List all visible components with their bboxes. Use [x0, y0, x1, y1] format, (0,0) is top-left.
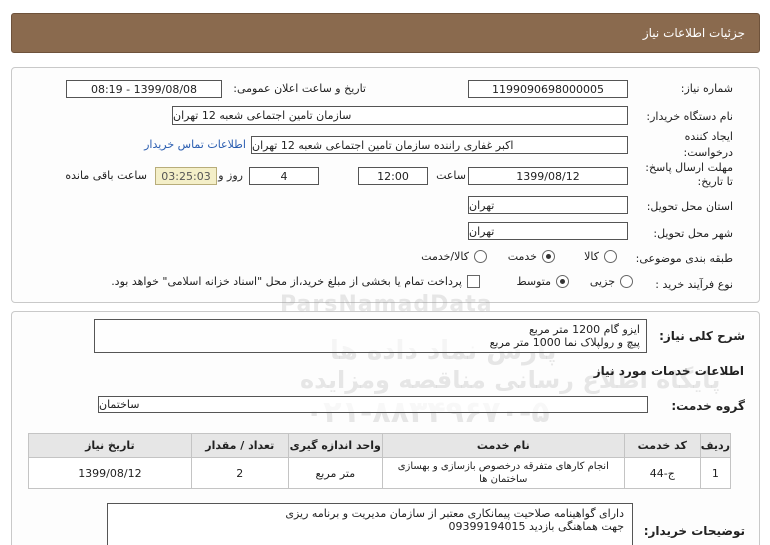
province-label: استان محل تحویل: [646, 200, 733, 213]
creator-field: اکبر غفاری راننده سازمان تامین اجتماعی ش… [251, 136, 628, 154]
payment-option[interactable]: پرداخت تمام یا بخشی از مبلغ خرید،از محل … [111, 275, 480, 288]
cell-quantity: 2 [190, 457, 289, 489]
need-number-field: 1199090698000005 [468, 80, 628, 98]
deadline-time-label: ساعت [436, 169, 466, 182]
deadline-label-1: مهلت ارسال پاسخ: [645, 161, 733, 174]
col-unit: واحد اندازه گیری [287, 433, 383, 458]
services-section-title: اطلاعات خدمات مورد نیاز [593, 364, 744, 378]
days-label: روز و [218, 169, 243, 182]
table-header-row: ردیف کد خدمت نام خدمت واحد اندازه گیری ت… [28, 433, 732, 458]
category-label: طبقه بندی موضوعی: [635, 252, 733, 265]
deadline-label-2: تا تاریخ: [697, 175, 733, 188]
category-service-label: خدمت [507, 250, 537, 263]
cell-name: انجام کارهای متفرقه درخصوص بازسازی و بهس… [381, 457, 625, 489]
buyer-contact-link[interactable]: اطلاعات تماس خریدار [144, 138, 246, 151]
process-label: نوع فرآیند خرید : [655, 278, 733, 291]
remaining-time-display: 03:25:03 [155, 167, 217, 185]
page-title: جزئیات اطلاعات نیاز [642, 26, 745, 40]
city-field: تهران [468, 222, 628, 240]
cell-date: 1399/08/12 [28, 457, 192, 489]
process-medium-label: متوسط [516, 275, 551, 288]
radio-goods-service[interactable] [474, 250, 487, 263]
category-goods-service-label: کالا/خدمت [421, 250, 469, 263]
category-option-service[interactable]: خدمت [508, 250, 555, 263]
radio-partial[interactable] [620, 275, 633, 288]
cell-unit: متر مربع [287, 457, 383, 489]
cell-row: 1 [699, 457, 732, 489]
service-group-label: گروه خدمت: [671, 399, 745, 413]
category-option-goods[interactable]: کالا [584, 250, 617, 263]
service-group-field: ساختمان [98, 396, 648, 413]
category-option-goods-service[interactable]: کالا/خدمت [421, 250, 487, 263]
buyer-label: نام دستگاه خریدار: [646, 110, 733, 123]
description-line-1: ایزو گام 1200 متر مربع [528, 323, 640, 336]
table-row: 1 ج-44 انجام کارهای متفرقه درخصوص بازساز… [28, 457, 732, 489]
col-code: کد خدمت [623, 433, 701, 458]
col-name: نام خدمت [381, 433, 625, 458]
announce-datetime-field: 1399/08/08 - 08:19 [66, 80, 222, 98]
buyer-notes-line-1: دارای گواهینامه صلاحیت پیمانکاری معتبر ا… [285, 507, 624, 520]
need-info-panel [11, 67, 760, 303]
remaining-days-field: 4 [249, 167, 319, 185]
process-option-partial[interactable]: جزیی [590, 275, 633, 288]
radio-goods[interactable] [604, 250, 617, 263]
deadline-date-field: 1399/08/12 [468, 167, 628, 185]
col-row: ردیف [699, 433, 732, 458]
process-option-medium[interactable]: متوسط [516, 275, 569, 288]
description-label: شرح کلی نیاز: [659, 329, 745, 343]
payment-note: پرداخت تمام یا بخشی از مبلغ خرید،از محل … [111, 275, 462, 288]
need-number-label: شماره نیاز: [680, 82, 733, 95]
process-partial-label: جزیی [589, 275, 615, 288]
col-date: تاریخ نیاز [28, 433, 192, 458]
buyer-notes-label: توضیحات خریدار: [643, 524, 745, 538]
province-field: تهران [468, 196, 628, 214]
services-table: ردیف کد خدمت نام خدمت واحد اندازه گیری ت… [28, 433, 732, 489]
city-label: شهر محل تحویل: [653, 227, 733, 240]
buyer-notes-field: دارای گواهینامه صلاحیت پیمانکاری معتبر ا… [107, 503, 633, 545]
col-quantity: تعداد / مقدار [190, 433, 289, 458]
announce-label: تاریخ و ساعت اعلان عمومی: [233, 82, 366, 95]
deadline-time-field: 12:00 [358, 167, 428, 185]
creator-label-1: ایجاد کننده [684, 130, 733, 143]
buyer-notes-line-2: جهت هماهنگی بازدید 09399194015 [448, 520, 624, 533]
page-title-bar: جزئیات اطلاعات نیاز [11, 13, 760, 53]
radio-medium[interactable] [556, 275, 569, 288]
remaining-label: ساعت باقی مانده [65, 169, 147, 182]
payment-checkbox[interactable] [467, 275, 480, 288]
creator-label-2: درخواست: [683, 146, 733, 159]
description-line-2: پیچ و رولپلاک نما 1000 متر مربع [489, 336, 640, 349]
radio-service[interactable] [542, 250, 555, 263]
cell-code: ج-44 [623, 457, 701, 489]
category-goods-label: کالا [584, 250, 599, 263]
buyer-field: سازمان تامین اجتماعی شعبه 12 تهران [172, 106, 628, 125]
description-field: ایزو گام 1200 متر مربع پیچ و رولپلاک نما… [94, 319, 647, 353]
